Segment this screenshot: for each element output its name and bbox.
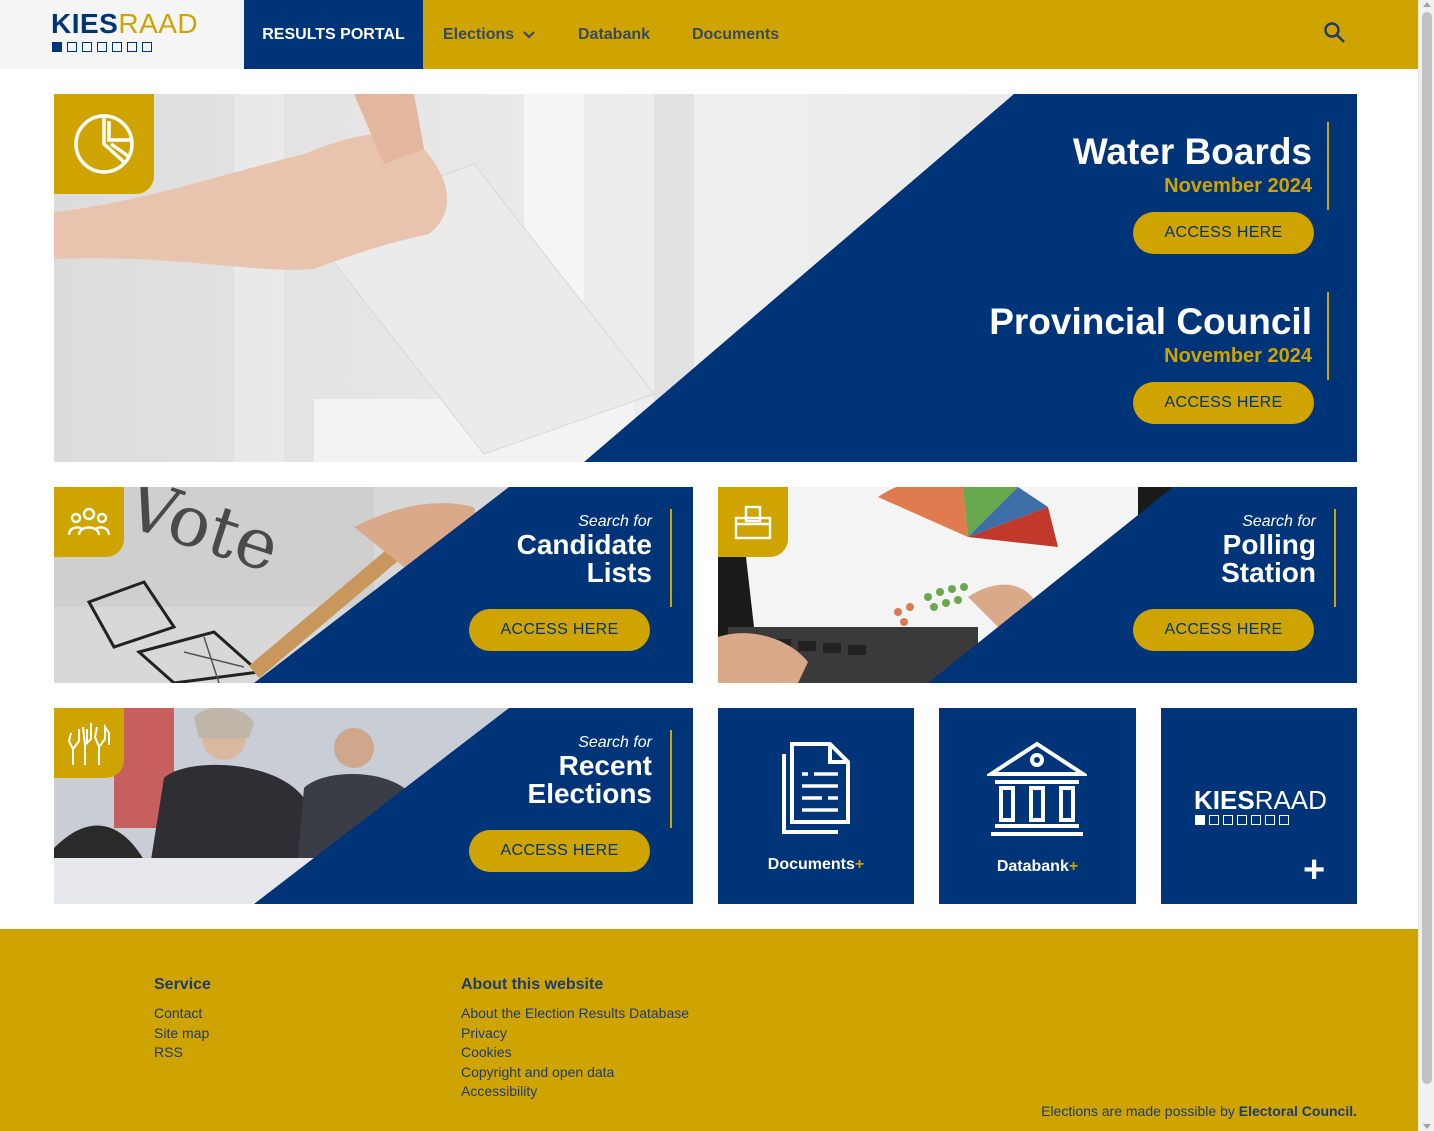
recent-title-1: Recent (558, 750, 652, 781)
footer-link-privacy[interactable]: Privacy (461, 1024, 689, 1044)
ballot-box-icon (734, 505, 772, 540)
nav-elections[interactable]: Elections (443, 0, 536, 69)
water-boards-title: Water Boards (1072, 131, 1312, 172)
logo-squares (52, 42, 152, 52)
polling-station-access-button[interactable]: ACCESS HERE (1133, 609, 1314, 651)
provincial-council-access-button[interactable]: ACCESS HERE (1133, 382, 1314, 424)
candidate-title-2: Lists (586, 557, 652, 588)
scrollbar-thumb[interactable] (1422, 12, 1432, 1084)
vertical-scrollbar[interactable] (1418, 0, 1434, 1131)
recent-elections-card: Search for Recent Elections ACCESS HERE (54, 708, 693, 904)
polling-title-2: Station (1221, 557, 1316, 588)
footer-about: About this website About the Election Re… (461, 976, 689, 1102)
water-boards-block: Water Boards November 2024 (912, 122, 1329, 210)
candidate-lists-card: Vote Search for Candidate Lists ACCESS H… (54, 487, 693, 683)
nav-databank[interactable]: Databank (578, 0, 650, 69)
recent-title-2: Elections (527, 778, 652, 809)
footer-link-sitemap[interactable]: Site map (154, 1024, 211, 1044)
nav-elections-label: Elections (443, 25, 515, 43)
tile-logo-kies: KIES (1194, 785, 1255, 815)
logo-wordmark: KIESRAAD (51, 9, 198, 39)
recent-icon-box (54, 708, 124, 778)
footer-service: Service Contact Site map RSS (154, 976, 211, 1063)
hero-banner: Water Boards November 2024 ACCESS HERE P… (54, 94, 1357, 462)
footer-link-contact[interactable]: Contact (154, 1004, 211, 1024)
top-navigation-bar: KIESRAAD RESULTS PORTAL Elections Databa… (0, 0, 1418, 69)
footer-credit-org[interactable]: Electoral Council. (1239, 1103, 1357, 1119)
footer-link-rss[interactable]: RSS (154, 1043, 211, 1063)
documents-tile[interactable]: Documents+ (718, 708, 914, 904)
water-boards-access-button[interactable]: ACCESS HERE (1133, 212, 1314, 254)
recent-elections-heading: Search for Recent Elections (432, 730, 672, 828)
kiesraad-tile[interactable]: KIESRAAD + (1161, 708, 1357, 904)
footer-link-about-database[interactable]: About the Election Results Database (461, 1004, 689, 1024)
kiesraad-logo[interactable]: KIESRAAD (0, 0, 244, 69)
databank-tile[interactable]: Databank+ (939, 708, 1136, 904)
chevron-down-icon (523, 30, 535, 39)
raised-hands-icon (67, 723, 110, 765)
hero-icon-box (54, 94, 154, 194)
footer-link-accessibility[interactable]: Accessibility (461, 1082, 689, 1102)
polling-station-card: Search for Polling Station ACCESS HERE (718, 487, 1357, 683)
footer-service-heading: Service (154, 976, 211, 993)
scroll-up-arrow-icon[interactable] (1423, 2, 1431, 7)
footer-about-heading: About this website (461, 976, 604, 993)
tile-logo-raad: RAAD (1254, 785, 1327, 815)
kiesraad-tile-logo: KIESRAAD (1194, 786, 1327, 814)
candidate-lists-access-button[interactable]: ACCESS HERE (469, 609, 650, 651)
kiesraad-tile-squares (1195, 815, 1289, 825)
databank-tile-label: Databank+ (996, 858, 1079, 875)
nav-results-portal[interactable]: RESULTS PORTAL (244, 0, 423, 69)
footer-credit-prefix: Elections are made possible by (1041, 1103, 1235, 1119)
footer-credit: Elections are made possible by Electoral… (1041, 1103, 1357, 1119)
search-icon[interactable] (1322, 20, 1348, 46)
footer-link-copyright[interactable]: Copyright and open data (461, 1063, 689, 1083)
provincial-council-date: November 2024 (1164, 345, 1312, 367)
candidate-title-1: Candidate (516, 529, 652, 560)
footer-link-cookies[interactable]: Cookies (461, 1043, 689, 1063)
pie-chart-icon (74, 114, 134, 174)
documents-tile-label: Documents+ (767, 856, 865, 873)
candidate-icon-box (54, 487, 124, 557)
people-icon (67, 507, 111, 536)
polling-title-1: Polling (1222, 529, 1316, 560)
building-columns-icon (987, 741, 1087, 836)
plus-icon: + (854, 856, 865, 873)
plus-icon: + (1303, 849, 1326, 891)
document-icon (782, 742, 850, 834)
provincial-council-block: Provincial Council November 2024 (812, 292, 1329, 380)
logo-raad: RAAD (118, 8, 199, 39)
recent-elections-access-button[interactable]: ACCESS HERE (469, 830, 650, 872)
polling-icon-box (718, 487, 788, 557)
footer: Service Contact Site map RSS About this … (0, 929, 1418, 1131)
polling-station-heading: Search for Polling Station (1096, 509, 1336, 607)
logo-kies: KIES (51, 8, 119, 39)
scroll-down-arrow-icon[interactable] (1423, 1124, 1431, 1129)
water-boards-date: November 2024 (1164, 175, 1312, 197)
plus-icon: + (1068, 858, 1079, 875)
nav-documents[interactable]: Documents (692, 0, 779, 69)
candidate-lists-heading: Search for Candidate Lists (432, 509, 672, 607)
provincial-council-title: Provincial Council (989, 301, 1312, 342)
